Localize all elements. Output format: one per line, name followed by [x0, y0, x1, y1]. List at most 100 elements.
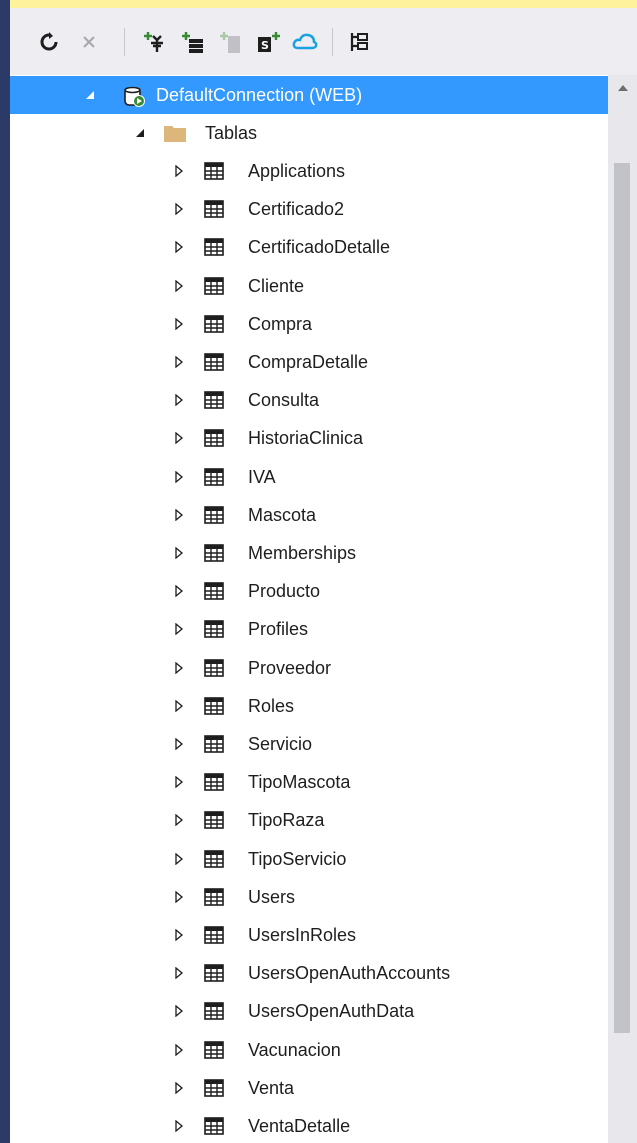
- table-row[interactable]: TipoRaza: [10, 801, 608, 839]
- collapsed-arrow-icon[interactable]: [170, 725, 188, 763]
- collapsed-arrow-icon[interactable]: [170, 1031, 188, 1069]
- table-row[interactable]: CompraDetalle: [10, 343, 608, 381]
- collapsed-arrow-icon[interactable]: [170, 152, 188, 190]
- collapsed-arrow-icon[interactable]: [170, 496, 188, 534]
- collapsed-arrow-icon[interactable]: [170, 1069, 188, 1107]
- collapsed-arrow-icon[interactable]: [170, 840, 188, 878]
- collapsed-arrow-icon[interactable]: [170, 954, 188, 992]
- tree-node-connection[interactable]: DefaultConnection (WEB): [10, 76, 608, 114]
- collapsed-arrow-icon[interactable]: [170, 343, 188, 381]
- collapsed-arrow-icon[interactable]: [170, 228, 188, 266]
- collapsed-arrow-icon[interactable]: [170, 610, 188, 648]
- table-row[interactable]: Memberships: [10, 534, 608, 572]
- table-row[interactable]: Cliente: [10, 267, 608, 305]
- table-label: Roles: [248, 695, 295, 716]
- collapsed-arrow-icon[interactable]: [170, 572, 188, 610]
- table-row[interactable]: Proveedor: [10, 649, 608, 687]
- table-row[interactable]: Vacunacion: [10, 1031, 608, 1069]
- table-label: Applications: [248, 161, 346, 181]
- table-icon: [204, 773, 224, 791]
- table-row[interactable]: CertificadoDetalle: [10, 228, 608, 266]
- expanded-arrow-icon[interactable]: [131, 114, 149, 152]
- table-row[interactable]: Applications: [10, 152, 608, 190]
- collapsed-arrow-icon[interactable]: [170, 992, 188, 1030]
- add-item-button[interactable]: [214, 22, 248, 62]
- collapsed-arrow-icon[interactable]: [170, 763, 188, 801]
- collapsed-arrow-icon[interactable]: [170, 458, 188, 496]
- table-icon: [204, 505, 224, 524]
- collapsed-arrow-icon[interactable]: [170, 916, 188, 954]
- table-row[interactable]: Users: [10, 878, 608, 916]
- collapsed-arrow-icon[interactable]: [170, 801, 188, 839]
- collapsed-arrow-icon[interactable]: [170, 1107, 188, 1143]
- table-row[interactable]: TipoMascota: [10, 763, 608, 801]
- table-row[interactable]: Profiles: [10, 610, 608, 648]
- collapsed-arrow-icon[interactable]: [170, 649, 188, 687]
- add-server-button[interactable]: [176, 22, 210, 62]
- table-icon: [204, 658, 224, 677]
- table-row[interactable]: UsersOpenAuthData: [10, 992, 608, 1030]
- refresh-icon: [40, 32, 58, 51]
- table-icon: [204, 544, 224, 562]
- table-label: CompraDetalle: [248, 352, 369, 372]
- table-row[interactable]: UsersOpenAuthAccounts: [10, 954, 608, 992]
- table-row[interactable]: TipoServicio: [10, 840, 608, 878]
- connect-database-icon: [144, 32, 163, 52]
- database-icon: [124, 86, 145, 107]
- table-label: UsersOpenAuthAccounts: [248, 963, 451, 984]
- table-label: Producto: [248, 581, 321, 602]
- table-label: Certificado2: [248, 199, 345, 220]
- table-icon: [204, 353, 224, 371]
- table-icon: [204, 926, 224, 944]
- scrollbar-thumb[interactable]: [614, 163, 630, 1033]
- table-icon: [204, 964, 224, 982]
- scroll-up-arrow-icon[interactable]: [608, 75, 637, 101]
- table-row[interactable]: Certificado2: [10, 190, 608, 228]
- table-label: TipoServicio: [248, 848, 347, 869]
- collapsed-arrow-icon[interactable]: [170, 419, 188, 457]
- table-label: TipoMascota: [248, 772, 351, 793]
- table-row[interactable]: VentaDetalle: [10, 1107, 608, 1143]
- expanded-arrow-icon[interactable]: [81, 76, 99, 114]
- stop-button[interactable]: [72, 22, 106, 62]
- tree-node-folder[interactable]: Tablas: [10, 114, 608, 152]
- table-label: Profiles: [248, 619, 309, 640]
- collapsed-arrow-icon[interactable]: [170, 267, 188, 305]
- collapsed-arrow-icon[interactable]: [170, 381, 188, 419]
- sharepoint-connection-button[interactable]: S: [252, 22, 286, 62]
- collapsed-arrow-icon[interactable]: [170, 534, 188, 572]
- table-icon: [204, 429, 224, 448]
- refresh-button[interactable]: [32, 22, 66, 62]
- table-row[interactable]: Venta: [10, 1069, 608, 1107]
- table-row[interactable]: Compra: [10, 305, 608, 343]
- table-icon: [204, 1117, 224, 1135]
- properties-button[interactable]: [342, 22, 376, 62]
- table-row[interactable]: Servicio: [10, 725, 608, 763]
- folder-icon: [164, 126, 186, 142]
- table-row[interactable]: Consulta: [10, 381, 608, 419]
- collapsed-arrow-icon[interactable]: [170, 305, 188, 343]
- server-explorer-tree: DefaultConnection (WEB) Tablas Applicati…: [10, 75, 608, 1143]
- table-label: Compra: [248, 313, 313, 334]
- table-row[interactable]: UsersInRoles: [10, 916, 608, 954]
- table-icon: [204, 887, 224, 906]
- table-icon: [204, 735, 224, 753]
- table-label: HistoriaClinica: [248, 428, 364, 449]
- table-row[interactable]: HistoriaClinica: [10, 419, 608, 457]
- add-connection-button[interactable]: [138, 22, 172, 62]
- table-row[interactable]: Mascota: [10, 496, 608, 534]
- table-icon: [204, 582, 224, 600]
- table-label: UsersInRoles: [248, 925, 357, 945]
- connect-server-icon: [182, 32, 203, 53]
- table-row[interactable]: Producto: [10, 572, 608, 610]
- collapsed-arrow-icon[interactable]: [170, 878, 188, 916]
- collapsed-arrow-icon[interactable]: [170, 687, 188, 725]
- table-icon: [204, 314, 224, 333]
- table-row[interactable]: IVA: [10, 458, 608, 496]
- azure-button[interactable]: [288, 22, 322, 62]
- table-row[interactable]: Roles: [10, 687, 608, 725]
- collapsed-arrow-icon[interactable]: [170, 190, 188, 228]
- vertical-scrollbar[interactable]: [608, 75, 637, 1143]
- table-icon: [204, 1040, 224, 1059]
- toolbar: S: [10, 8, 637, 76]
